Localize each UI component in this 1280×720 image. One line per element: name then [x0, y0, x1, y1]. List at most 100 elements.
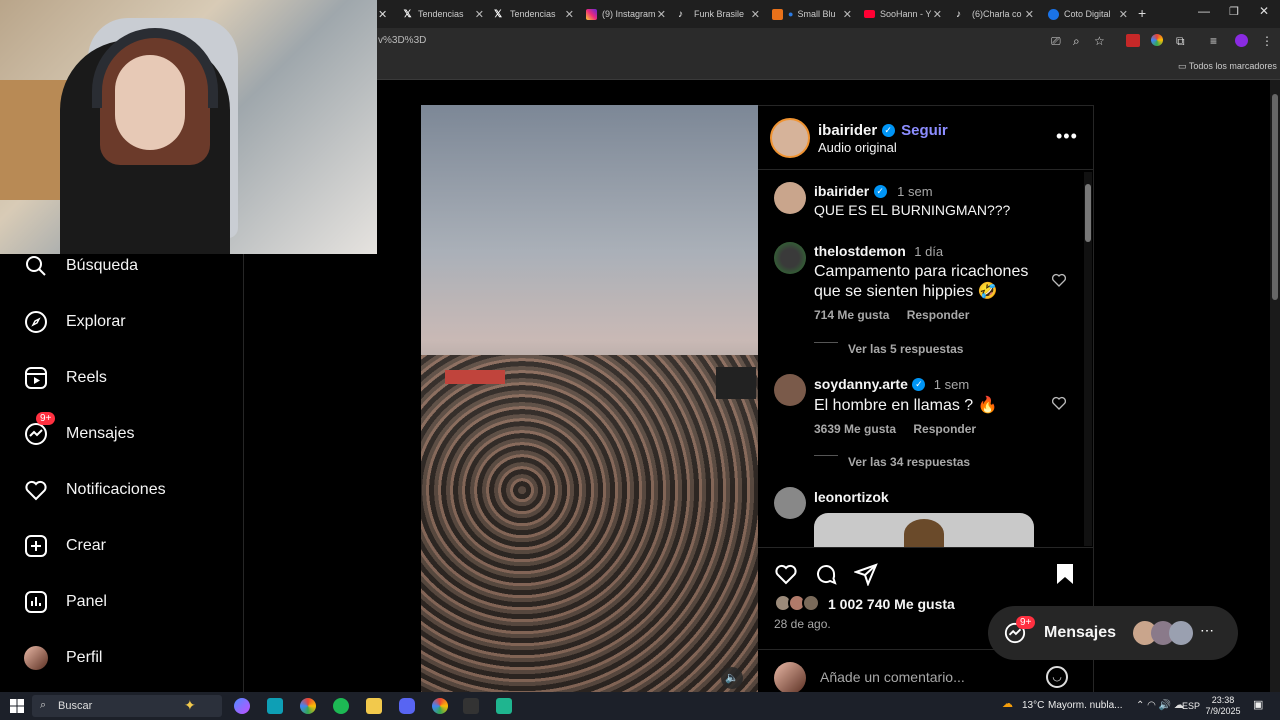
like-icon[interactable]: [774, 562, 798, 591]
new-tab-icon[interactable]: +: [1138, 5, 1146, 21]
author-avatar[interactable]: [770, 118, 810, 158]
likes-count[interactable]: 1 002 740 Me gusta: [828, 596, 955, 612]
tab-close-icon[interactable]: ✕: [378, 4, 392, 24]
comments-scrollbar[interactable]: [1084, 172, 1092, 546]
comment-likes[interactable]: 714 Me gusta: [814, 308, 889, 322]
store-icon[interactable]: [267, 698, 283, 714]
view-replies-button[interactable]: Ver las 5 respuestas: [848, 342, 963, 356]
zoom-icon[interactable]: ⌕: [1073, 34, 1080, 49]
share-icon[interactable]: [852, 562, 878, 591]
nav-item-explore[interactable]: Explorar: [24, 310, 126, 334]
comment-input[interactable]: Añade un comentario...: [820, 669, 965, 685]
comment-like-icon[interactable]: [1051, 272, 1067, 293]
clock[interactable]: 23:38 7/9/2025: [1200, 695, 1246, 717]
tab-label: Funk Brasile: [694, 9, 745, 19]
close-window-icon[interactable]: ✕: [1259, 4, 1269, 18]
replies-line: [814, 455, 838, 456]
mute-icon[interactable]: 🔈: [721, 667, 743, 689]
browser-tab[interactable]: (9) Instagram ✕: [586, 4, 666, 24]
save-icon[interactable]: [1054, 562, 1076, 591]
reply-button[interactable]: Responder: [913, 422, 976, 436]
nav-item-notifications[interactable]: Notificaciones: [24, 478, 166, 502]
nav-item-reels[interactable]: Reels: [24, 366, 107, 390]
reel-video[interactable]: 🔈: [421, 105, 758, 693]
all-bookmarks[interactable]: ▭ Todos los marcadores: [1178, 61, 1277, 72]
audio-label[interactable]: Audio original: [818, 140, 897, 155]
maximize-icon[interactable]: ❐: [1229, 5, 1239, 18]
reply-button[interactable]: Responder: [907, 308, 970, 322]
windows-start-icon[interactable]: [10, 699, 24, 713]
weather-temp[interactable]: 13°C: [1022, 700, 1044, 711]
browser-tab[interactable]: 𝕏 Tendencias ✕: [402, 4, 484, 24]
likers-avatars[interactable]: [774, 594, 824, 612]
chrome-alt-icon[interactable]: [432, 698, 448, 714]
comment-icon[interactable]: [814, 562, 838, 591]
extensions-puzzle-icon[interactable]: ⧉: [1176, 34, 1185, 49]
comment-username[interactable]: soydanny.arte: [814, 376, 908, 392]
tab-close-icon[interactable]: ✕: [565, 8, 574, 21]
comment-like-icon[interactable]: [1051, 395, 1067, 416]
nav-item-dashboard[interactable]: Panel: [24, 590, 107, 614]
app-icon[interactable]: [496, 698, 512, 714]
caption-username[interactable]: ibairider: [814, 183, 869, 199]
comment-avatar[interactable]: [774, 242, 806, 274]
caption-time: 1 sem: [897, 184, 933, 199]
menu-kebab-icon[interactable]: ⋮: [1261, 34, 1273, 48]
copilot-icon[interactable]: [234, 698, 250, 714]
comment-avatar[interactable]: [774, 487, 806, 519]
notification-center-icon[interactable]: ▣: [1253, 698, 1263, 711]
tab-close-icon[interactable]: ✕: [1119, 8, 1128, 21]
profile-icon[interactable]: [1235, 34, 1248, 47]
nav-item-messages[interactable]: 9+ Mensajes: [24, 412, 134, 446]
caption-avatar[interactable]: [774, 182, 806, 214]
tab-close-icon[interactable]: ✕: [1025, 8, 1034, 21]
chrome-icon[interactable]: [300, 698, 316, 714]
tab-close-icon[interactable]: ✕: [751, 8, 760, 21]
browser-tab[interactable]: Coto Digital ✕: [1048, 4, 1128, 24]
view-replies-button[interactable]: Ver las 34 respuestas: [848, 455, 970, 469]
tab-close-icon[interactable]: ✕: [933, 8, 942, 21]
bookmark-star-icon[interactable]: ☆: [1094, 34, 1105, 48]
follow-button[interactable]: Seguir: [901, 122, 948, 139]
comment-image[interactable]: [814, 513, 1034, 547]
search-icon: ⌕: [40, 699, 47, 711]
tab-close-icon[interactable]: ✕: [843, 8, 852, 21]
url-field[interactable]: v%3D%3D: [378, 35, 426, 46]
file-explorer-icon[interactable]: [366, 698, 382, 714]
extension-icon[interactable]: [1151, 34, 1163, 46]
weather-desc[interactable]: Mayorm. nubla...: [1048, 700, 1122, 711]
comment-meta: 3639 Me gusta Responder: [814, 422, 976, 436]
messages-pill[interactable]: 9+ Mensajes ⋯: [988, 606, 1238, 660]
comment-avatar[interactable]: [774, 374, 806, 406]
install-icon[interactable]: ⎚: [1051, 34, 1061, 49]
author-username[interactable]: ibairider: [818, 122, 877, 139]
spotify-icon[interactable]: [333, 698, 349, 714]
more-options-icon[interactable]: •••: [1056, 126, 1078, 147]
divider: [758, 547, 1094, 548]
language-indicator[interactable]: ESP: [1182, 701, 1200, 711]
media-icon[interactable]: ≡: [1210, 34, 1217, 48]
comment-username[interactable]: leonortizok: [814, 489, 889, 505]
comment-likes[interactable]: 3639 Me gusta: [814, 422, 896, 436]
app-icon[interactable]: [463, 698, 479, 714]
taskbar-search-label: Buscar: [58, 700, 93, 712]
browser-tab[interactable]: 𝕏 Tendencias ✕: [494, 4, 574, 24]
tab-close-icon[interactable]: ✕: [475, 8, 484, 21]
nav-item-create[interactable]: Crear: [24, 534, 106, 558]
tray-icons[interactable]: ⌃ ◠ 🔊 ☁: [1136, 700, 1184, 711]
extension-icon[interactable]: [1126, 34, 1140, 47]
minimize-icon[interactable]: —: [1198, 4, 1210, 18]
browser-tab[interactable]: ♪ Funk Brasile ✕: [678, 4, 760, 24]
tab-close-icon[interactable]: ✕: [657, 8, 666, 21]
taskbar-search[interactable]: ⌕ Buscar ✦: [32, 695, 222, 717]
page-scrollbar[interactable]: [1270, 80, 1280, 692]
comment-username[interactable]: thelostdemon: [814, 243, 906, 259]
clock-date: 7/9/2025: [1205, 706, 1241, 716]
emoji-icon[interactable]: ◡: [1046, 666, 1068, 688]
browser-tab[interactable]: SooHann - Y ✕: [864, 4, 942, 24]
nav-item-search[interactable]: Búsqueda: [24, 254, 138, 278]
discord-icon[interactable]: [399, 698, 415, 714]
browser-tab[interactable]: ♪ (6)Charla co ✕: [956, 4, 1034, 24]
nav-item-profile[interactable]: Perfil: [24, 646, 102, 670]
browser-tab[interactable]: ● Small Blu ✕: [772, 4, 852, 24]
